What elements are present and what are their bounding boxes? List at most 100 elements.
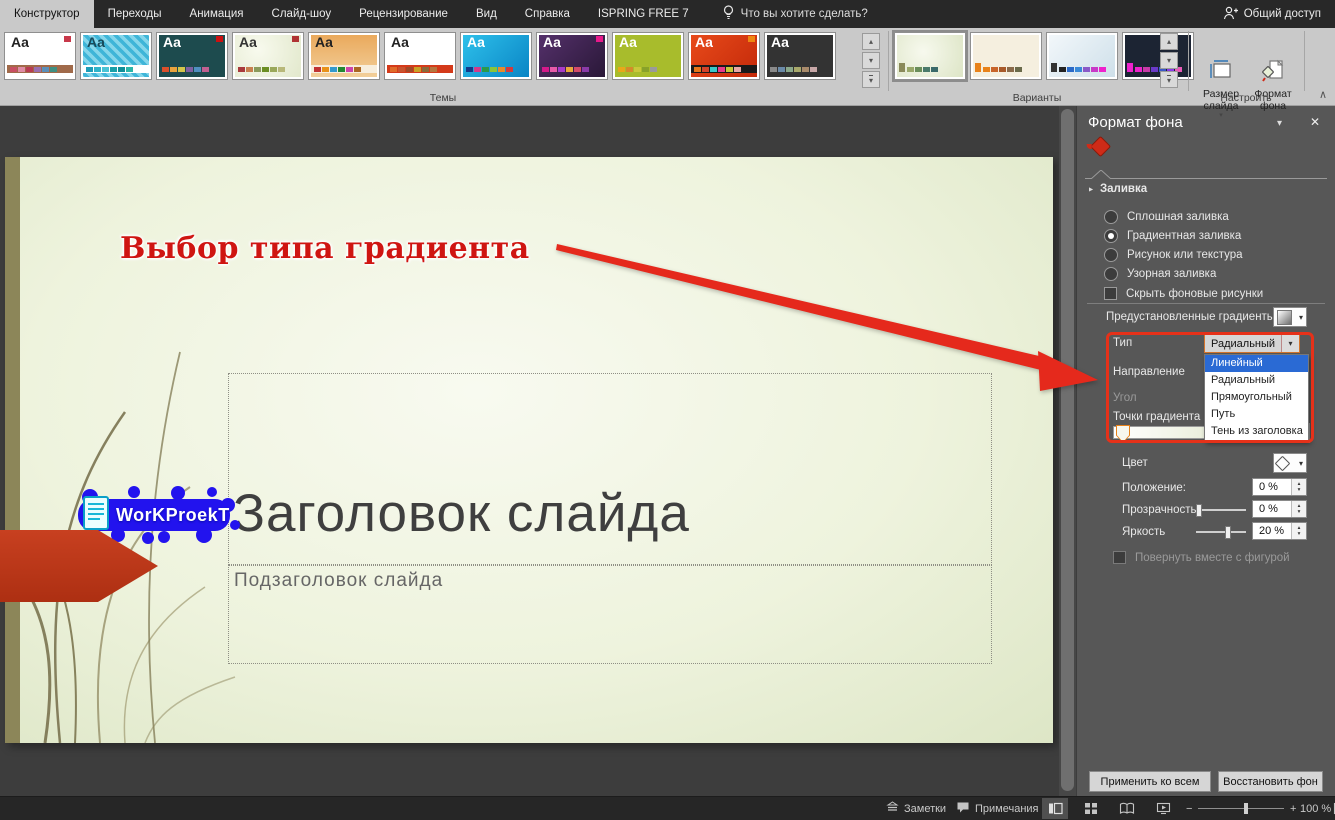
theme-swatch: [262, 67, 269, 72]
pane-menu-arrow-icon[interactable]: ▾: [1277, 118, 1282, 129]
themes-scroll-up-button[interactable]: ▴: [862, 33, 880, 50]
variant-thumbnail[interactable]: [1122, 32, 1194, 80]
pane-close-icon[interactable]: ✕: [1310, 115, 1320, 129]
slide-subtitle[interactable]: Подзаголовок слайда: [234, 570, 443, 592]
apply-to-all-button[interactable]: Применить ко всем: [1089, 771, 1211, 792]
spinner-arrows-icon[interactable]: ▴▾: [1291, 479, 1306, 495]
theme-thumbnail[interactable]: Aa: [460, 32, 532, 80]
position-spinner[interactable]: 0 % ▴▾: [1252, 478, 1307, 496]
variant-thumbnail[interactable]: [894, 32, 966, 80]
share-button[interactable]: Общий доступ: [1223, 0, 1321, 28]
variant-swatch: [999, 67, 1006, 72]
slide-title[interactable]: Заголовок слайда: [233, 483, 690, 544]
fill-option-label: Узорная заливка: [1127, 268, 1216, 280]
fill-option[interactable]: Градиентная заливка: [1104, 226, 1243, 245]
fill-section-header[interactable]: ▲ Заливка: [1087, 183, 1147, 195]
themes-more-button[interactable]: ▾: [862, 71, 880, 88]
transparency-slider-thumb[interactable]: [1196, 504, 1202, 517]
themes-scroll-down-button[interactable]: ▾: [862, 52, 880, 69]
radio-button[interactable]: [1104, 210, 1118, 224]
zoom-level[interactable]: 100 %: [1300, 797, 1331, 820]
theme-accent: [444, 36, 451, 42]
radio-button[interactable]: [1104, 248, 1118, 262]
ribbon-tab[interactable]: Вид: [462, 0, 511, 28]
tell-me-search[interactable]: Что вы хотите сделать?: [723, 0, 868, 28]
zoom-slider[interactable]: [1198, 808, 1284, 809]
notes-button[interactable]: Заметки: [886, 797, 946, 820]
gradient-type-combobox[interactable]: Радиальный ▾: [1204, 334, 1300, 353]
theme-thumbnail[interactable]: Aa: [80, 32, 152, 80]
ribbon-tab[interactable]: Рецензирование: [345, 0, 462, 28]
variant-thumbnail[interactable]: [970, 32, 1042, 80]
hide-background-option[interactable]: Скрыть фоновые рисунки: [1104, 284, 1263, 303]
dropdown-item[interactable]: Прямоугольный: [1205, 389, 1308, 406]
theme-thumbnail[interactable]: Aa: [156, 32, 228, 80]
variants-scroll-up-button[interactable]: ▴: [1160, 33, 1178, 50]
reading-view-button[interactable]: [1114, 798, 1140, 819]
theme-preview: Aa: [767, 35, 833, 77]
fill-tab-icon[interactable]: [1093, 139, 1108, 154]
zoom-out-button[interactable]: −: [1186, 797, 1192, 820]
slide-size-button[interactable]: Размер слайда ▾: [1196, 59, 1246, 117]
ribbon-tab[interactable]: Переходы: [94, 0, 176, 28]
brightness-label: Яркость: [1122, 526, 1165, 538]
variants-more-button[interactable]: ▾: [1160, 71, 1178, 88]
fill-option[interactable]: Сплошная заливка: [1104, 207, 1243, 226]
preset-gradients-label: Предустановленные градиенты: [1106, 311, 1275, 323]
brightness-slider-thumb[interactable]: [1225, 526, 1231, 539]
ribbon-tab[interactable]: Конструктор: [0, 0, 94, 28]
fill-option[interactable]: Рисунок или текстура: [1104, 245, 1243, 264]
reset-background-button[interactable]: Восстановить фон: [1218, 771, 1323, 792]
dropdown-item[interactable]: Линейный: [1205, 355, 1308, 372]
theme-accent: [368, 36, 375, 42]
brightness-slider[interactable]: [1196, 531, 1246, 533]
dropdown-item[interactable]: Тень из заголовка: [1205, 423, 1308, 440]
zoom-slider-thumb[interactable]: [1244, 803, 1248, 814]
fill-option[interactable]: Узорная заливка: [1104, 264, 1243, 283]
dropdown-item[interactable]: Путь: [1205, 406, 1308, 423]
theme-thumbnail[interactable]: Aa: [688, 32, 760, 80]
theme-thumbnail[interactable]: Aa: [612, 32, 684, 80]
canvas-scrollbar-thumb[interactable]: [1061, 109, 1074, 791]
spinner-arrows-icon[interactable]: ▴▾: [1291, 501, 1306, 517]
variant-thumbnail[interactable]: [1046, 32, 1118, 80]
radio-button[interactable]: [1104, 229, 1118, 243]
theme-thumbnail[interactable]: Aa: [232, 32, 304, 80]
slideshow-view-button[interactable]: [1150, 798, 1176, 819]
watermark-text: WorKProekT: [116, 505, 230, 526]
collapse-ribbon-button[interactable]: ∧: [1319, 88, 1327, 101]
checkbox[interactable]: [1104, 287, 1117, 300]
combobox-arrow-icon[interactable]: ▾: [1281, 335, 1299, 352]
format-background-button[interactable]: Формат фона: [1248, 59, 1298, 117]
theme-thumbnail[interactable]: Aa: [384, 32, 456, 80]
theme-thumbnail[interactable]: Aa: [308, 32, 380, 80]
slide-sorter-view-button[interactable]: [1078, 798, 1104, 819]
variants-scroll-down-button[interactable]: ▾: [1160, 52, 1178, 69]
slide-sorter-icon: [1084, 802, 1098, 815]
zoom-in-button[interactable]: +: [1290, 797, 1296, 820]
dropdown-item[interactable]: Радиальный: [1205, 372, 1308, 389]
radio-button[interactable]: [1104, 267, 1118, 281]
status-bar: Заметки Примечания − + 100 %: [0, 796, 1335, 820]
comments-button[interactable]: Примечания: [956, 797, 1039, 820]
ribbon-tab[interactable]: ISPRING FREE 7: [584, 0, 703, 28]
transparency-spinner[interactable]: 0 % ▴▾: [1252, 500, 1307, 518]
theme-thumbnail[interactable]: Aa: [4, 32, 76, 80]
customize-group-label: Настроить: [1188, 92, 1304, 104]
transparency-slider[interactable]: [1196, 509, 1246, 511]
spinner-arrows-icon[interactable]: ▴▾: [1291, 523, 1306, 539]
preset-gradients-button[interactable]: ▾: [1273, 307, 1307, 327]
theme-thumbnail[interactable]: Aa: [764, 32, 836, 80]
gradient-color-button[interactable]: ▾: [1273, 453, 1307, 473]
theme-swatch: [398, 67, 405, 72]
brightness-spinner[interactable]: 20 % ▴▾: [1252, 522, 1307, 540]
ribbon-tab[interactable]: Анимация: [176, 0, 258, 28]
canvas-scrollbar[interactable]: [1059, 106, 1076, 797]
fit-to-window-button[interactable]: [1328, 798, 1335, 819]
theme-thumbnail[interactable]: Aa: [536, 32, 608, 80]
ribbon-tab[interactable]: Слайд-шоу: [258, 0, 346, 28]
ribbon-tab[interactable]: Справка: [511, 0, 584, 28]
normal-view-button[interactable]: [1042, 798, 1068, 819]
gradient-stop-selected[interactable]: [1116, 425, 1130, 443]
variant-preview: [973, 35, 1039, 77]
